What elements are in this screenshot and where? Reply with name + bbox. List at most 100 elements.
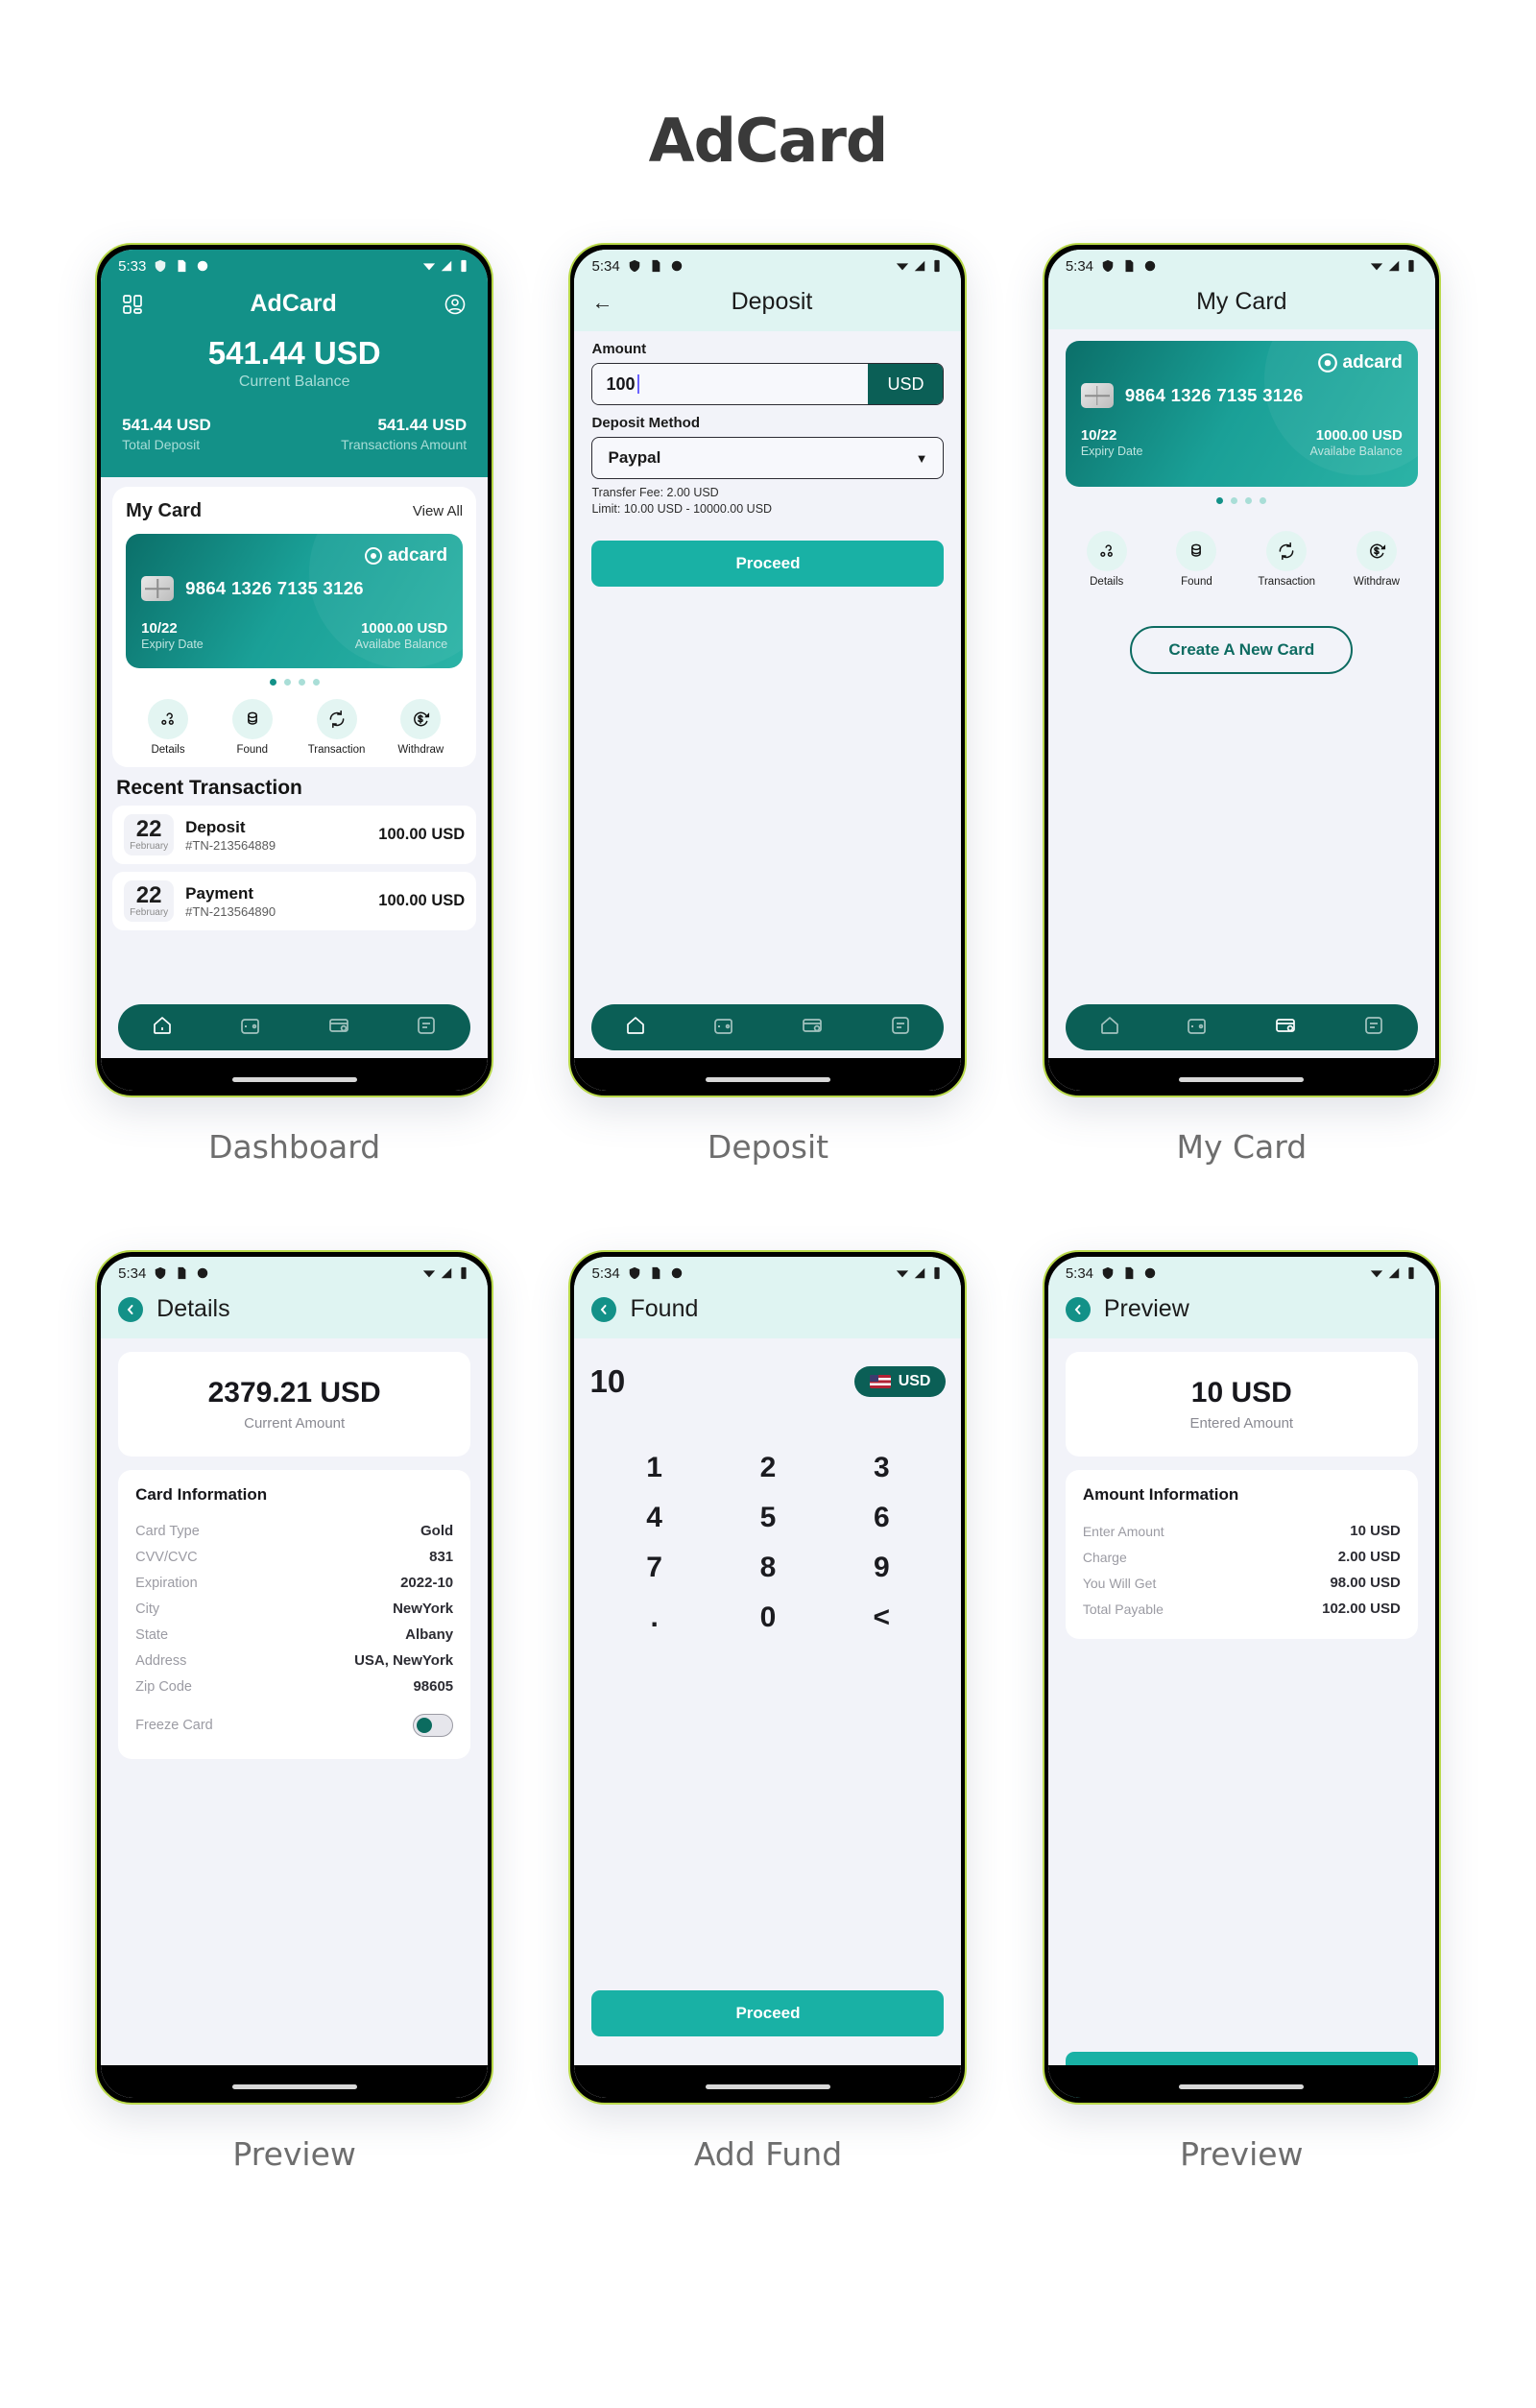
- bottom-tab-bar: [118, 1004, 471, 1050]
- table-row: Address USA, NewYork: [135, 1648, 453, 1674]
- key-7[interactable]: 7: [597, 1552, 710, 1584]
- credit-card[interactable]: adcard 9864 1326 7135 3126 10/22 Expiry …: [1065, 341, 1418, 487]
- action-label: Withdraw: [397, 744, 444, 756]
- tab-wallet[interactable]: [1186, 1014, 1209, 1042]
- key-8[interactable]: 8: [711, 1552, 825, 1584]
- amount-input-group[interactable]: 100 USD: [591, 363, 945, 405]
- deposit-body: Amount 100 USD Deposit Method Paypal ▼ T…: [574, 331, 961, 1091]
- key-2[interactable]: 2: [711, 1452, 825, 1484]
- card-information-card: Card Information Card Type Gold CVV/CVC 83…: [118, 1470, 471, 1759]
- back-button[interactable]: [118, 1296, 144, 1322]
- key-9[interactable]: 9: [825, 1552, 938, 1584]
- action-found[interactable]: Found: [219, 699, 286, 756]
- preview-header: Preview: [1047, 1289, 1435, 1338]
- currency-label: USD: [898, 1373, 931, 1389]
- my-card-panel: My Card View All adcard 9864 1326 7135 3…: [112, 487, 477, 767]
- tab-wallet[interactable]: [712, 1014, 735, 1042]
- tab-cards[interactable]: [801, 1014, 824, 1042]
- proceed-button[interactable]: Proceed: [591, 1990, 945, 2036]
- row-key: State: [135, 1626, 169, 1643]
- action-transaction[interactable]: Transaction: [1253, 531, 1320, 588]
- wifi-icon: [1370, 263, 1382, 271]
- tab-wallet[interactable]: [239, 1014, 262, 1042]
- tab-statements[interactable]: [415, 1014, 438, 1042]
- key-6[interactable]: 6: [825, 1502, 938, 1534]
- bottom-tab-bar: [591, 1004, 945, 1050]
- row-value: 2022-10: [400, 1575, 454, 1591]
- carousel-dot[interactable]: [283, 679, 291, 686]
- current-balance-label: Current Balance: [238, 373, 350, 390]
- key-3[interactable]: 3: [825, 1452, 938, 1484]
- signal-icon: [915, 260, 925, 272]
- proceed-button[interactable]: Proceed: [591, 541, 945, 587]
- gesture-area: [574, 1058, 962, 1091]
- tab-statements[interactable]: [889, 1014, 912, 1042]
- card-footer: 10/22 Expiry Date 1000.00 USD Availabe B…: [1081, 427, 1403, 458]
- stat-label: Transactions Amount: [341, 437, 468, 452]
- carousel-dot[interactable]: [312, 679, 320, 686]
- wifi-icon: [897, 1270, 909, 1278]
- key-1[interactable]: 1: [597, 1452, 710, 1484]
- table-row: Expiration 2022-10: [135, 1570, 453, 1596]
- tab-statements[interactable]: [1362, 1014, 1385, 1042]
- action-details[interactable]: Details: [134, 699, 202, 756]
- entered-amount-card: 10 USD Entered Amount: [1065, 1352, 1418, 1457]
- back-button[interactable]: [1065, 1296, 1091, 1322]
- profile-icon[interactable]: [444, 293, 467, 316]
- back-arrow-icon[interactable]: ←: [591, 290, 612, 315]
- transaction-id: #TN-213564890: [185, 903, 276, 919]
- row-key: CVV/CVC: [135, 1549, 198, 1565]
- card-balance-block: 1000.00 USD Availabe Balance: [1309, 427, 1402, 458]
- action-found[interactable]: Found: [1163, 531, 1230, 588]
- carousel-dot[interactable]: [1216, 497, 1224, 504]
- back-button[interactable]: [591, 1296, 617, 1322]
- row-key: Card Type: [135, 1523, 200, 1539]
- key-4[interactable]: 4: [597, 1502, 710, 1534]
- key-decimal[interactable]: .: [597, 1601, 710, 1634]
- phone-frame: 5:34 Found 10 USD 1 2 3 4 5 6 7 8 9 . 0 …: [568, 1250, 968, 2105]
- amount-value: 10: [589, 1363, 626, 1399]
- key-5[interactable]: 5: [711, 1502, 825, 1534]
- carousel-dot[interactable]: [269, 679, 276, 686]
- table-row[interactable]: 22 February Deposit #TN-213564889 100.00…: [112, 806, 477, 864]
- view-all-link[interactable]: View All: [413, 503, 463, 519]
- action-withdraw[interactable]: Withdraw: [387, 699, 454, 756]
- stat-label: Total Deposit: [122, 437, 201, 452]
- credit-card[interactable]: adcard 9864 1326 7135 3126 10/22 Expiry …: [126, 534, 464, 668]
- card-brand: adcard: [1081, 352, 1403, 373]
- signal-icon: [1388, 260, 1400, 272]
- create-new-card-button[interactable]: Create A New Card: [1130, 626, 1354, 674]
- transaction-info: Payment #TN-213564890: [185, 884, 276, 919]
- carousel-dot[interactable]: [1231, 497, 1238, 504]
- action-details[interactable]: Details: [1073, 531, 1140, 588]
- key-backspace[interactable]: <: [825, 1601, 938, 1634]
- action-withdraw[interactable]: Withdraw: [1343, 531, 1410, 588]
- freeze-card-toggle[interactable]: [413, 1714, 454, 1737]
- tab-cards[interactable]: [327, 1014, 350, 1042]
- tab-home[interactable]: [624, 1014, 647, 1042]
- current-amount-value: 2379.21 USD: [207, 1377, 381, 1409]
- carousel-dot[interactable]: [1245, 497, 1253, 504]
- gesture-area: [1047, 1058, 1435, 1091]
- amount-input[interactable]: 100: [592, 364, 869, 404]
- tab-home[interactable]: [1098, 1014, 1121, 1042]
- mycard-title: My Card: [1196, 288, 1287, 315]
- table-row[interactable]: 22 February Payment #TN-213564890 100.00…: [112, 872, 477, 930]
- tab-cards[interactable]: [1274, 1014, 1297, 1042]
- table-row: Zip Code 98605: [135, 1674, 453, 1699]
- key-0[interactable]: 0: [711, 1601, 825, 1634]
- action-transaction[interactable]: Transaction: [303, 699, 371, 756]
- card-actions: Details Found Transaction Withdraw: [1048, 531, 1435, 588]
- tab-home[interactable]: [151, 1014, 174, 1042]
- carousel-dot[interactable]: [1260, 497, 1267, 504]
- adcard-logo-icon: [364, 547, 382, 565]
- currency-selector[interactable]: USD: [853, 1366, 947, 1397]
- signal-icon: [1388, 1267, 1400, 1279]
- freeze-card-row: Freeze Card: [135, 1709, 454, 1742]
- deposit-method-select[interactable]: Paypal ▼: [591, 437, 945, 479]
- phone-frame: 5:34 My Card adcard 9864 1326 7135 3126 …: [1042, 243, 1441, 1097]
- carousel-dot[interactable]: [298, 679, 305, 686]
- gesture-area: [1047, 2065, 1435, 2098]
- grid-menu-icon[interactable]: [122, 294, 143, 315]
- numeric-keypad: 1 2 3 4 5 6 7 8 9 . 0 <: [574, 1452, 961, 1634]
